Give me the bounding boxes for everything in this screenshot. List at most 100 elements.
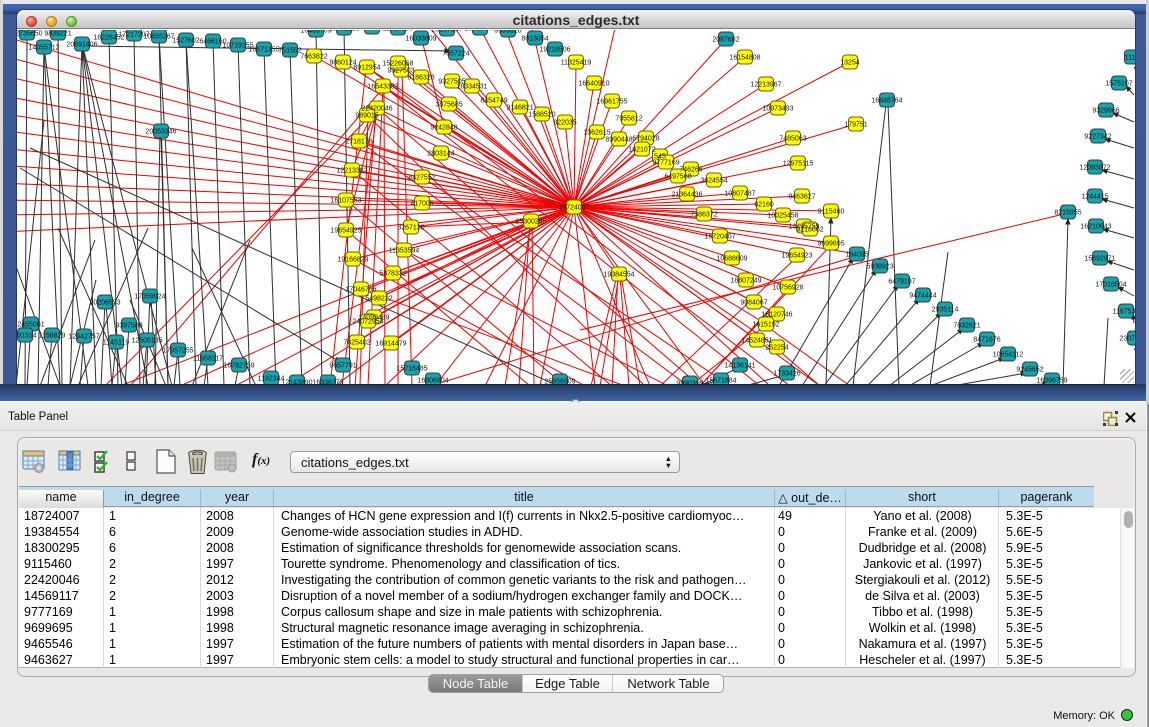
svg-text:12942757: 12942757 <box>68 334 99 341</box>
svg-text:14136141: 14136141 <box>724 363 755 370</box>
svg-text:2087682: 2087682 <box>712 37 739 44</box>
svg-text:17016504: 17016504 <box>1095 282 1126 289</box>
svg-text:5938923: 5938923 <box>866 264 893 271</box>
svg-text:1167533: 1167533 <box>1113 309 1135 316</box>
svg-text:17359924: 17359924 <box>134 294 165 301</box>
svg-text:20206553: 20206553 <box>89 300 120 307</box>
svg-text:16033809: 16033809 <box>405 36 436 43</box>
svg-text:9115460: 9115460 <box>818 209 845 216</box>
svg-text:16782759: 16782759 <box>223 363 254 370</box>
svg-text:8454749: 8454749 <box>480 98 507 105</box>
svg-text:25956909: 25956909 <box>544 379 575 385</box>
svg-text:15720407: 15720407 <box>704 234 735 241</box>
svg-text:18334531: 18334531 <box>456 84 487 91</box>
svg-text:19384554: 19384554 <box>603 272 634 279</box>
svg-text:9245652: 9245652 <box>1016 367 1043 374</box>
svg-text:16648764: 16648764 <box>871 98 902 105</box>
svg-text:7625402: 7625402 <box>343 340 370 347</box>
svg-text:10973493: 10973493 <box>762 106 793 113</box>
svg-text:9242848: 9242848 <box>430 125 457 132</box>
svg-text:6794028: 6794028 <box>632 136 659 143</box>
svg-text:12735650: 12735650 <box>17 31 43 38</box>
svg-text:417006: 417006 <box>410 201 433 208</box>
svg-text:16806804: 16806804 <box>417 378 448 385</box>
svg-text:8215955: 8215955 <box>1054 210 1081 217</box>
svg-text:5878332: 5878332 <box>379 271 406 278</box>
svg-text:18724007: 18724007 <box>558 205 589 212</box>
svg-text:16107553: 16107553 <box>330 198 361 205</box>
svg-text:1145119: 1145119 <box>103 340 129 347</box>
svg-text:17957255: 17957255 <box>162 348 193 355</box>
svg-text:9084067: 9084067 <box>740 300 767 307</box>
svg-text:9146821: 9146821 <box>506 105 533 112</box>
svg-text:9839221: 9839221 <box>44 31 71 38</box>
svg-text:24072954: 24072954 <box>352 319 383 326</box>
svg-text:23076749: 23076749 <box>1119 336 1135 343</box>
svg-text:10756928: 10756928 <box>772 285 803 292</box>
svg-text:8427552: 8427552 <box>408 175 435 182</box>
svg-text:11917183: 11917183 <box>383 30 414 33</box>
svg-text:16120746: 16120746 <box>761 312 792 319</box>
svg-text:10654112: 10654112 <box>993 352 1024 359</box>
svg-text:1112: 1112 <box>1125 55 1135 62</box>
svg-text:8990448: 8990448 <box>605 137 632 144</box>
svg-text:9463627: 9463627 <box>788 194 815 201</box>
svg-text:9999828: 9999828 <box>494 30 521 35</box>
svg-text:10066449: 10066449 <box>464 30 495 33</box>
svg-text:6497568: 6497568 <box>664 174 691 181</box>
svg-text:12213382: 12213382 <box>336 168 367 175</box>
svg-text:1588520: 1588520 <box>528 112 555 119</box>
svg-text:17046766: 17046766 <box>345 287 376 294</box>
svg-text:1156829: 1156829 <box>39 333 66 340</box>
svg-text:11958117: 11958117 <box>193 356 223 363</box>
svg-text:7832621: 7832621 <box>953 323 980 330</box>
svg-text:6479197: 6479197 <box>888 279 915 286</box>
svg-text:25300285: 25300285 <box>515 219 546 226</box>
svg-text:746266: 746266 <box>679 167 702 174</box>
svg-text:1575107: 1575107 <box>1105 81 1132 88</box>
svg-text:3624554: 3624554 <box>700 178 727 185</box>
svg-text:1621072: 1621072 <box>628 147 655 154</box>
svg-text:1362615: 1362615 <box>583 130 610 137</box>
svg-text:9227342: 9227342 <box>1084 134 1111 141</box>
svg-text:19654925: 19654925 <box>330 228 361 235</box>
svg-text:7857224: 7857224 <box>442 51 469 58</box>
svg-text:19166829: 19166829 <box>337 257 368 264</box>
svg-text:9699695: 9699695 <box>817 241 844 248</box>
svg-text:8813054: 8813054 <box>521 36 548 43</box>
svg-text:9777169: 9777169 <box>652 160 679 167</box>
svg-text:11325419: 11325419 <box>561 60 592 67</box>
svg-text:16489709: 16489709 <box>300 30 331 35</box>
svg-text:252254: 252254 <box>765 345 788 352</box>
svg-text:16396759: 16396759 <box>1036 378 1067 385</box>
svg-text:2718176: 2718176 <box>345 139 372 146</box>
svg-text:10688609: 10688609 <box>716 256 747 263</box>
svg-text:15716485: 15716485 <box>396 366 427 373</box>
svg-text:62160: 62160 <box>754 202 774 209</box>
svg-text:15671884: 15671884 <box>705 378 736 385</box>
svg-text:18807249: 18807249 <box>730 278 761 285</box>
svg-text:9329966: 9329966 <box>1092 108 1119 115</box>
svg-text:7663822: 7663822 <box>300 54 327 61</box>
svg-text:14055712: 14055712 <box>28 45 59 52</box>
svg-text:19218506: 19218506 <box>539 47 570 54</box>
svg-text:12143890: 12143890 <box>281 380 312 385</box>
svg-text:22420046: 22420046 <box>361 106 392 113</box>
svg-text:14524851: 14524851 <box>741 338 772 345</box>
svg-text:3875685: 3875685 <box>435 102 462 109</box>
svg-text:2803144: 2803144 <box>427 151 454 158</box>
svg-text:15226058: 15226058 <box>382 61 413 68</box>
svg-text:12213967: 12213967 <box>750 82 781 89</box>
svg-text:8186328: 8186328 <box>407 75 434 82</box>
svg-text:9474444: 9474444 <box>909 293 936 300</box>
svg-text:1527602: 1527602 <box>172 38 199 45</box>
svg-text:3267130: 3267130 <box>397 225 424 232</box>
svg-text:16336273: 16336273 <box>312 380 343 385</box>
svg-text:8471676: 8471676 <box>973 337 1000 344</box>
svg-text:23157347: 23157347 <box>431 30 462 34</box>
svg-text:1244415: 1244415 <box>1081 194 1108 201</box>
svg-text:751552: 751552 <box>278 48 301 55</box>
svg-text:9657791: 9657791 <box>329 363 356 370</box>
svg-text:20691406: 20691406 <box>66 42 97 49</box>
svg-text:16961755: 16961755 <box>596 99 627 106</box>
